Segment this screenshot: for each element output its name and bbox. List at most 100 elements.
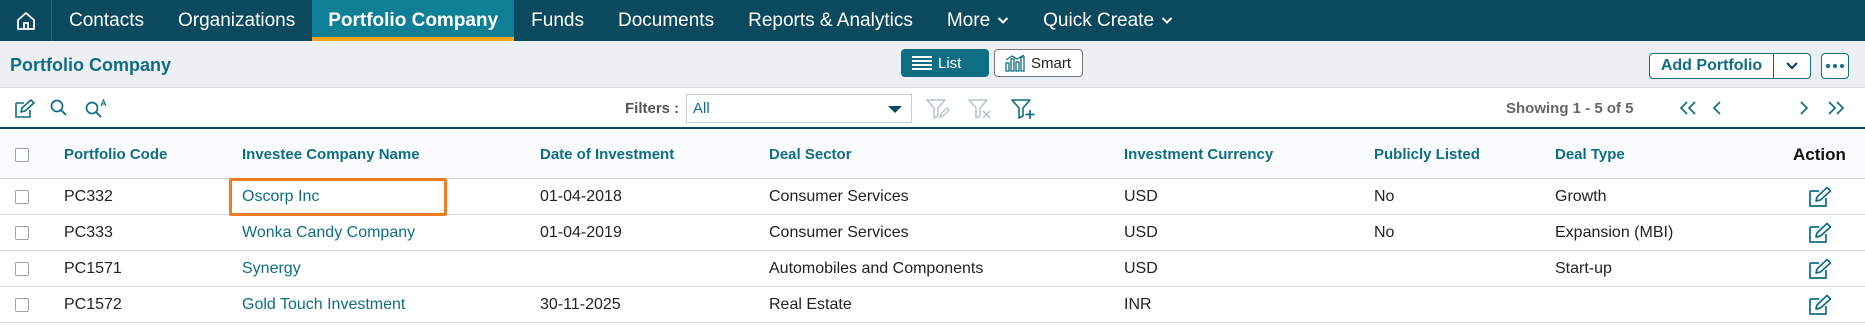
row-edit-button[interactable] — [1808, 258, 1832, 285]
cell-publicly-listed: No — [1374, 188, 1395, 205]
list-view-label: List — [938, 54, 962, 72]
cell-deal-type: Expansion (MBI) — [1555, 224, 1674, 241]
list-icon — [912, 56, 932, 70]
prev-page-button[interactable] — [1710, 100, 1724, 121]
cell-portfolio-code: PC1572 — [64, 296, 122, 313]
cell-publicly-listed: No — [1374, 224, 1395, 241]
cell-company-name-link[interactable]: Synergy — [242, 260, 301, 278]
edit-icon — [1809, 294, 1832, 315]
table-row: PC1571 Synergy Automobiles and Components U… — [0, 251, 1865, 287]
filter-edit-icon — [926, 99, 950, 119]
column-header-deal-sector[interactable]: Deal Sector — [769, 146, 852, 163]
cell-investment-currency: INR — [1124, 296, 1152, 313]
last-page-button[interactable] — [1826, 100, 1846, 121]
nav-item-label: Portfolio Company — [328, 9, 499, 31]
cell-deal-type: Start-up — [1555, 260, 1612, 277]
select-all-checkbox[interactable] — [15, 148, 29, 162]
cell-investment-currency: USD — [1124, 224, 1158, 241]
cell-company-name-link[interactable]: Gold Touch Investment — [242, 296, 405, 314]
column-header-date-of-investment[interactable]: Date of Investment — [540, 146, 674, 163]
nav-item-contacts[interactable]: Contacts — [52, 0, 161, 41]
cell-investment-currency: USD — [1124, 188, 1158, 205]
column-header-action: Action — [1793, 145, 1846, 164]
chevron-right-icon — [1800, 101, 1809, 115]
row-checkbox[interactable] — [15, 190, 29, 204]
column-header-investment-currency[interactable]: Investment Currency — [1124, 146, 1273, 163]
advanced-search-button[interactable] — [85, 98, 109, 123]
home-icon — [16, 11, 35, 30]
row-edit-button[interactable] — [1808, 222, 1832, 249]
filter-edit-button[interactable] — [926, 98, 950, 125]
filter-clear-button[interactable] — [968, 98, 992, 125]
row-checkbox[interactable] — [15, 226, 29, 240]
column-header-publicly-listed[interactable]: Publicly Listed — [1374, 146, 1480, 163]
table-header: Portfolio Code Investee Company Name Dat… — [0, 131, 1865, 179]
row-edit-button[interactable] — [1808, 186, 1832, 213]
nav-item-label: Organizations — [177, 9, 296, 31]
cell-deal-sector: Real Estate — [769, 296, 852, 313]
filters-selected-value: All — [693, 100, 710, 117]
nav-item-label: Funds — [531, 9, 584, 31]
nav-item-label: Contacts — [69, 9, 144, 31]
column-header-investee-company-name[interactable]: Investee Company Name — [242, 146, 420, 163]
column-header-portfolio-code[interactable]: Portfolio Code — [64, 146, 167, 163]
chevron-left-icon — [1712, 101, 1721, 115]
cell-portfolio-code: PC1571 — [64, 260, 122, 277]
home-button[interactable] — [0, 0, 52, 41]
filter-add-button[interactable] — [1011, 98, 1037, 125]
filters-select[interactable]: All — [686, 94, 912, 123]
cell-date-of-investment: 30-11-2025 — [540, 296, 621, 313]
filter-add-icon — [1011, 99, 1035, 119]
search-button[interactable] — [50, 99, 68, 122]
title-bar: Portfolio Company List Smart Add Portfol… — [0, 41, 1865, 88]
filter-clear-icon — [968, 99, 991, 119]
view-toggle: List Smart — [901, 49, 1083, 77]
smart-view-button[interactable]: Smart — [994, 49, 1083, 77]
search-icon — [50, 99, 67, 116]
nav-item-documents[interactable]: Documents — [601, 0, 731, 41]
nav-item-quick-create[interactable]: Quick Create — [1026, 0, 1190, 41]
smart-view-label: Smart — [1031, 54, 1072, 72]
cell-company-name-link[interactable]: Wonka Candy Company — [242, 224, 415, 242]
dot-icon — [1840, 64, 1844, 68]
table-row: PC332 Oscorp Inc 01-04-2018 Consumer Servic… — [0, 179, 1865, 215]
next-page-button[interactable] — [1797, 100, 1811, 121]
nav-item-label: Documents — [617, 9, 715, 31]
cell-company-name-link[interactable]: Oscorp Inc — [242, 188, 319, 206]
cell-deal-sector: Automobiles and Components — [769, 260, 984, 277]
portfolio-table: Portfolio Code Investee Company Name Dat… — [0, 131, 1865, 323]
nav-item-portfolio-company[interactable]: Portfolio Company — [312, 0, 515, 41]
nav-item-reports-analytics[interactable]: Reports & Analytics — [731, 0, 930, 41]
more-options-button[interactable] — [1821, 53, 1849, 79]
dot-icon — [1833, 64, 1837, 68]
advanced-search-icon — [85, 98, 107, 118]
pagination-summary: Showing 1 - 5 of 5 — [1506, 100, 1634, 117]
cell-deal-type: Growth — [1555, 188, 1607, 205]
add-portfolio-dropdown[interactable] — [1774, 54, 1810, 78]
cell-date-of-investment: 01-04-2019 — [540, 224, 622, 241]
bar-chart-icon — [1005, 54, 1025, 72]
cell-portfolio-code: PC332 — [64, 188, 113, 205]
row-checkbox[interactable] — [15, 298, 29, 312]
edit-icon — [1809, 186, 1832, 207]
row-edit-button[interactable] — [1808, 294, 1832, 321]
add-portfolio-group: Add Portfolio — [1649, 53, 1811, 79]
row-checkbox[interactable] — [15, 262, 29, 276]
edit-icon — [1809, 258, 1832, 279]
chevron-down-icon — [1161, 17, 1173, 24]
column-header-deal-type[interactable]: Deal Type — [1555, 146, 1625, 163]
table-body: PC332 Oscorp Inc 01-04-2018 Consumer Servic… — [0, 179, 1865, 323]
cell-portfolio-code: PC333 — [64, 224, 113, 241]
add-portfolio-button[interactable]: Add Portfolio — [1650, 54, 1774, 78]
nav-item-label: Quick Create — [1043, 9, 1155, 31]
list-view-button[interactable]: List — [901, 49, 989, 77]
table-row: PC1572 Gold Touch Investment 30-11-2025 Rea… — [0, 287, 1865, 323]
edit-icon — [1809, 222, 1832, 243]
nav-item-organizations[interactable]: Organizations — [161, 0, 312, 41]
nav-item-funds[interactable]: Funds — [514, 0, 601, 41]
first-page-button[interactable] — [1678, 100, 1698, 121]
mass-edit-button[interactable] — [14, 99, 36, 124]
nav-item-more[interactable]: More — [930, 0, 1026, 41]
cell-investment-currency: USD — [1124, 260, 1158, 277]
chevron-down-icon — [1786, 62, 1798, 70]
